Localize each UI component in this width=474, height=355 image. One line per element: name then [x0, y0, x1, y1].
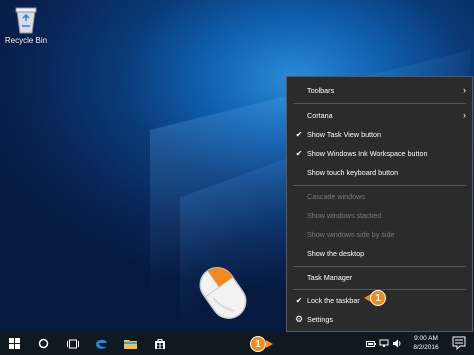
action-center-button[interactable] — [452, 336, 466, 351]
store-taskbar-button[interactable] — [145, 332, 174, 355]
recycle-bin-desktop-icon[interactable]: Recycle Bin — [4, 6, 48, 45]
menu-item-show-windows-stacked: Show windows stacked — [287, 206, 472, 224]
menu-item-label: Show windows side by side — [307, 229, 395, 239]
cortana-button[interactable] — [29, 332, 58, 355]
menu-item-label: Toolbars — [307, 85, 335, 95]
menu-item-cascade-windows: Cascade windows — [287, 187, 472, 205]
menu-item-settings[interactable]: ⚙ Settings — [287, 310, 472, 328]
menu-item-label: Settings — [307, 314, 333, 324]
checkmark-icon: ✔ — [295, 129, 303, 139]
recycle-bin-icon — [14, 6, 38, 34]
volume-icon[interactable] — [392, 339, 402, 348]
windows-start-icon — [9, 338, 20, 349]
chevron-right-icon: › — [463, 110, 466, 120]
checkmark-icon: ✔ — [295, 295, 303, 305]
network-icon[interactable] — [379, 339, 389, 348]
recycle-bin-label: Recycle Bin — [4, 36, 48, 45]
menu-item-task-manager[interactable]: Task Manager — [287, 268, 472, 286]
store-icon — [154, 338, 165, 349]
menu-divider — [293, 266, 466, 267]
file-explorer-icon — [124, 340, 137, 349]
menu-item-label: Show the desktop — [307, 248, 365, 258]
menu-item-show-task-view-button[interactable]: ✔ Show Task View button — [287, 125, 472, 143]
callout-step-badge: 1 — [250, 336, 266, 352]
cortana-search-icon — [38, 338, 49, 349]
menu-item-label: Cascade windows — [307, 191, 365, 201]
task-view-button[interactable] — [58, 332, 87, 355]
menu-item-label: Task Manager — [307, 272, 353, 282]
taskbar-clock[interactable]: 9:00 AM 8/2/2016 — [404, 334, 448, 352]
mouse-right-click-illustration — [192, 262, 254, 324]
menu-item-label: Show Windows Ink Workspace button — [307, 148, 428, 158]
start-button[interactable] — [0, 332, 29, 355]
menu-item-show-the-desktop[interactable]: Show the desktop — [287, 244, 472, 262]
menu-item-show-touch-keyboard-button[interactable]: Show touch keyboard button — [287, 163, 472, 181]
clock-time: 9:00 AM — [414, 335, 438, 342]
clock-date: 8/2/2016 — [413, 344, 439, 351]
menu-item-label: Lock the taskbar — [307, 295, 360, 305]
edge-taskbar-button[interactable] — [87, 332, 116, 355]
notification-icon — [452, 336, 466, 351]
callout-step-badge: 1 — [370, 290, 386, 306]
battery-icon[interactable] — [366, 340, 376, 348]
menu-divider — [293, 185, 466, 186]
menu-item-label: Cortana — [307, 110, 333, 120]
menu-item-toolbars[interactable]: Toolbars › — [287, 81, 472, 99]
callout-pointer — [266, 340, 273, 348]
menu-item-show-ink-workspace-button[interactable]: ✔ Show Windows Ink Workspace button — [287, 144, 472, 162]
task-view-icon — [66, 339, 79, 348]
menu-item-show-windows-side-by-side: Show windows side by side — [287, 225, 472, 243]
edge-browser-icon — [96, 339, 107, 349]
gear-icon: ⚙ — [294, 313, 304, 324]
system-tray — [366, 332, 402, 355]
taskbar[interactable]: 1 9:00 AM 8/2/2016 — [0, 332, 474, 355]
menu-item-label: Show Task View button — [307, 129, 382, 139]
menu-item-label: Show windows stacked — [307, 210, 382, 220]
menu-item-label: Show touch keyboard button — [307, 167, 399, 177]
checkmark-icon: ✔ — [295, 148, 303, 158]
menu-divider — [293, 103, 466, 104]
menu-item-cortana[interactable]: Cortana › — [287, 106, 472, 124]
chevron-right-icon: › — [463, 85, 466, 95]
file-explorer-taskbar-button[interactable] — [116, 332, 145, 355]
